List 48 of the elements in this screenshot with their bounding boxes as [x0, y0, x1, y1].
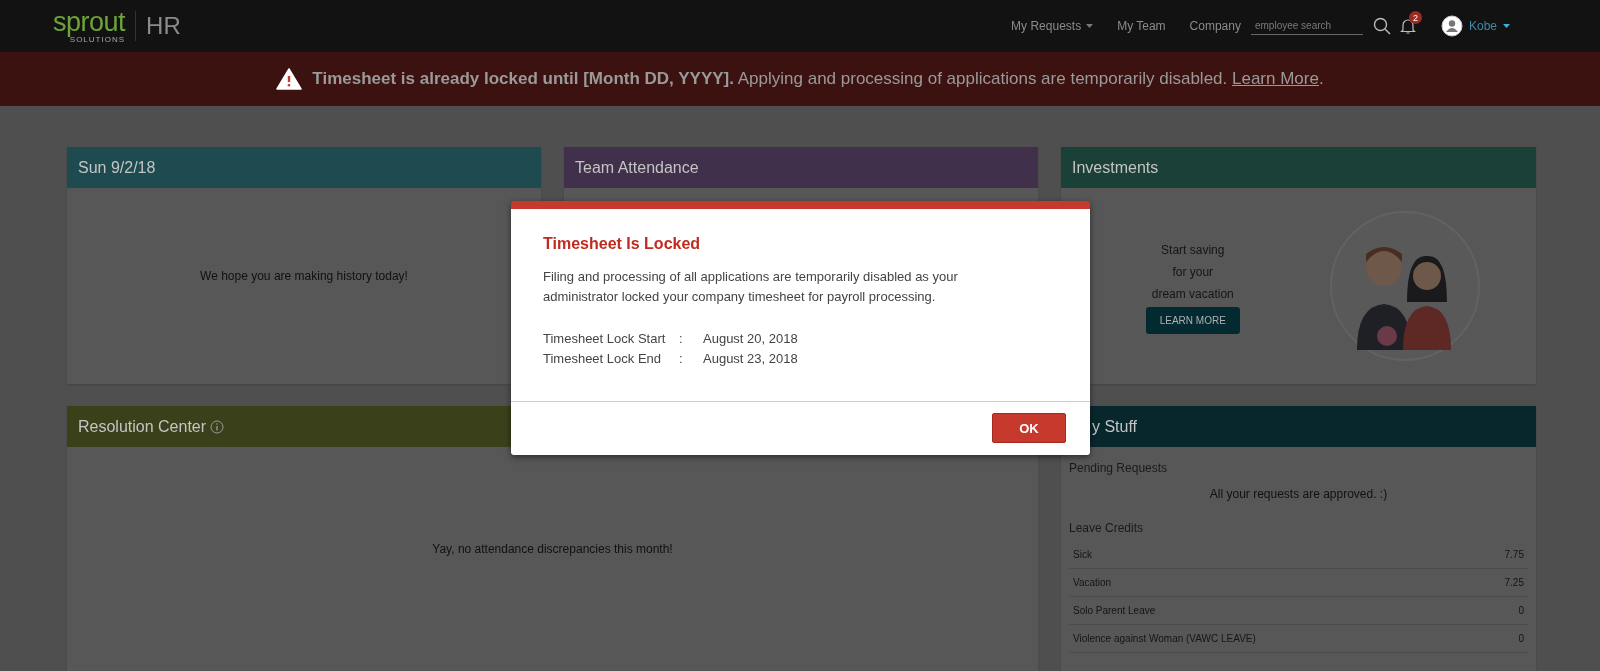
leave-balance: 0 [1518, 633, 1524, 644]
learn-more-link[interactable]: Learn More [1232, 69, 1319, 88]
card-title: y Stuff [1092, 417, 1138, 436]
search-field[interactable]: employee search [1250, 17, 1363, 35]
separator: : [679, 330, 684, 348]
lock-date: August 20, 2018 [703, 330, 799, 348]
card-title: Team Attendance [575, 158, 699, 177]
card-message: We hope you are making history today! [200, 269, 408, 283]
leave-type: Violence against Woman (VAWC LEAVE) [1073, 633, 1256, 644]
user-menu[interactable]: Kobe [1440, 15, 1510, 37]
nav-link[interactable]: My Requests [1011, 19, 1094, 33]
bell-icon[interactable] [1398, 17, 1417, 35]
card-title: Sun 9/2/18 [78, 158, 156, 177]
lock-date: August 23, 2018 [703, 350, 799, 368]
avatar-icon [1440, 15, 1463, 37]
info-icon[interactable] [210, 419, 225, 434]
lock-label: Timesheet Lock End [543, 350, 663, 368]
notification-badge: 2 [1408, 11, 1422, 24]
lock-label: Timesheet Lock Start [543, 330, 667, 348]
nav-link[interactable]: My Team [1117, 19, 1166, 33]
leave-type: Vacation [1073, 577, 1112, 588]
leave-type: Sick [1073, 549, 1092, 560]
ok-button[interactable]: OK [992, 413, 1066, 443]
nav-link[interactable]: Company [1189, 19, 1241, 33]
card-message: Yay, no attendance discrepancies this month! [432, 542, 673, 556]
card-title: Resolution Center [78, 417, 207, 436]
section-heading: Leave Credits [1069, 521, 1145, 535]
product-name: HR [146, 12, 181, 40]
caret-icon [1503, 24, 1510, 28]
promo-text: dream vacation [1151, 285, 1234, 303]
logo-subtitle: SOLUTIONS [69, 35, 126, 44]
separator: : [679, 350, 684, 368]
section-note: All your requests are approved. :) [1208, 487, 1389, 501]
leave-type: Solo Parent Leave [1073, 605, 1156, 616]
logo-wordmark: sprout [53, 8, 126, 36]
learn-more-button[interactable]: LEARN MORE [1145, 306, 1240, 334]
modal-title: Timesheet Is Locked [543, 235, 702, 253]
modal-message: Filing and processing of all applications are temporarily disabled as your administrator locked your company timesheet for payroll processing. [543, 268, 959, 306]
section-heading: Pending Requests [1069, 461, 1169, 475]
leave-balance: 7.75 [1504, 549, 1524, 560]
promo-text: for your [1172, 263, 1214, 281]
card-title: Investments [1072, 158, 1159, 177]
banner-message: Timesheet is already locked until [Month DD, YYYY]. Applying and processing of applications are temporarily disabled. Learn More. [312, 69, 1324, 89]
leave-balance: 7.25 [1504, 577, 1524, 588]
leave-balance: 0 [1518, 605, 1524, 616]
warning-icon [276, 68, 303, 90]
promo-text: Start saving [1161, 241, 1225, 259]
search-icon[interactable] [1372, 17, 1391, 35]
